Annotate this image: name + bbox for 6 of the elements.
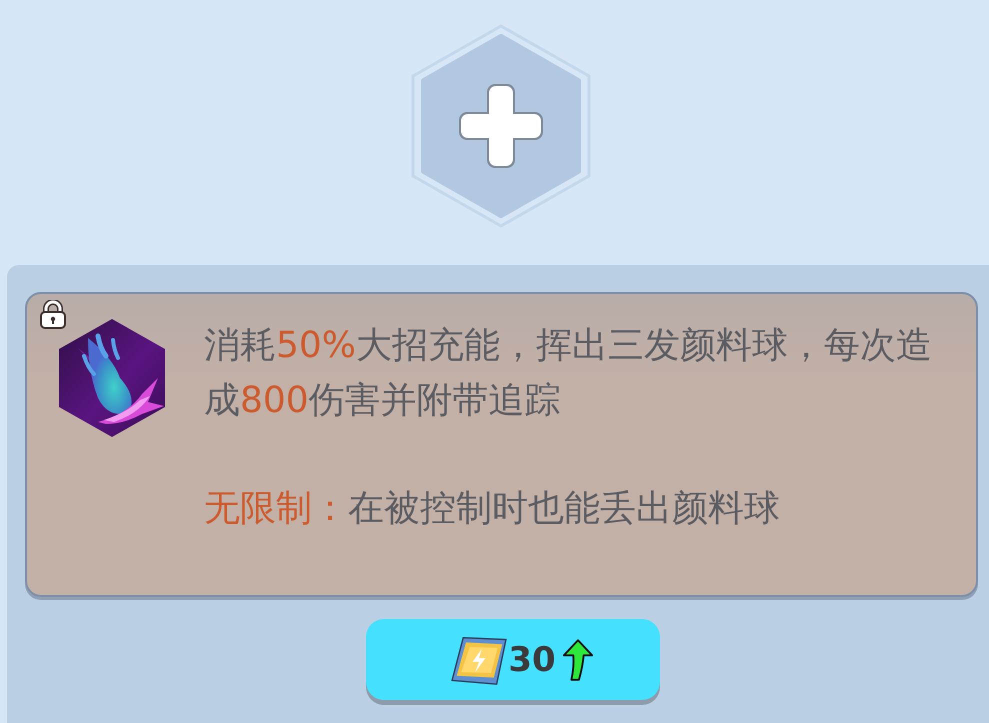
upgrade-button[interactable]: 30 [366,619,660,700]
add-slot-button[interactable] [410,24,590,228]
effect-label: 无限制： [204,487,348,531]
skill-description: 消耗50%大招充能，挥出三发颜料球，每次造成800伤害并附带追踪 [204,324,934,423]
effect-text: 在被控制时也能丢出颜料球 [348,487,780,531]
comet-skill-icon [58,318,166,438]
